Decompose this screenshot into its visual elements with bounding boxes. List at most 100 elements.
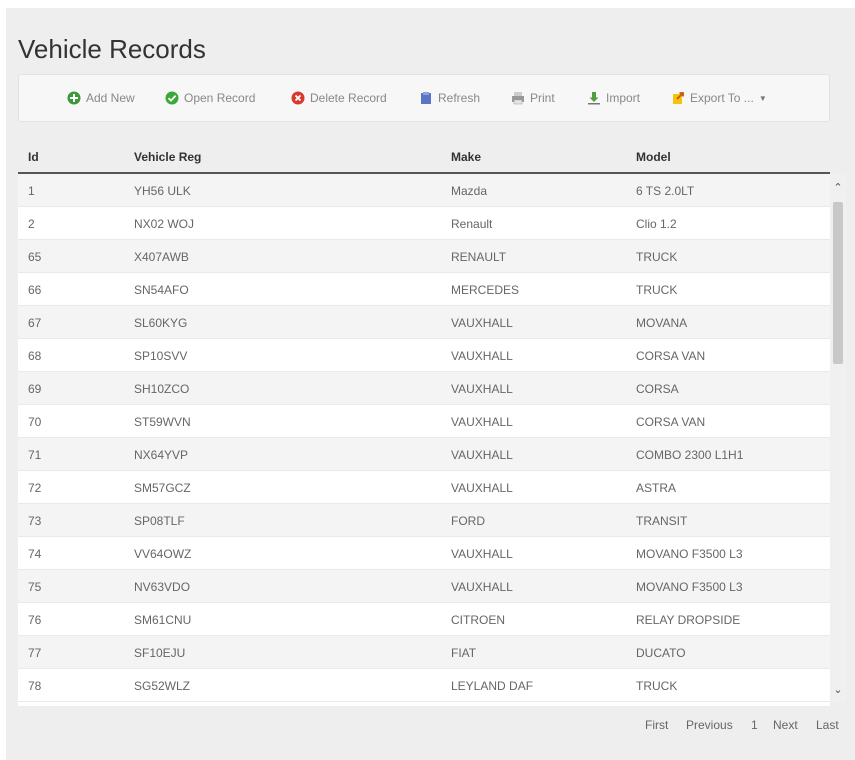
export-to-button[interactable]: Export To ... ▼ <box>671 89 767 107</box>
cell-model: TRUCK <box>636 250 678 264</box>
cell-make: Renault <box>451 217 493 231</box>
pager-last-link[interactable]: Last <box>816 718 839 732</box>
delete-record-label: Delete Record <box>310 91 387 105</box>
cell-id: 77 <box>28 646 42 660</box>
cell-make: VAUXHALL <box>451 448 513 462</box>
table-row[interactable]: 73 SP08TLF FORD TRANSIT <box>18 504 830 537</box>
cell-id: 67 <box>28 316 42 330</box>
refresh-icon <box>421 92 431 104</box>
table-row[interactable]: 68 SP10SVV VAUXHALL CORSA VAN <box>18 339 830 372</box>
table-header: Id Vehicle Reg Make Model <box>18 136 830 174</box>
delete-record-button[interactable]: Delete Record <box>291 89 387 107</box>
table-row[interactable]: 72 SM57GCZ VAUXHALL ASTRA <box>18 471 830 504</box>
add-new-button[interactable]: Add New <box>67 89 135 107</box>
cell-make: VAUXHALL <box>451 547 513 561</box>
cell-id: 65 <box>28 250 42 264</box>
table-row[interactable]: 78 SG52WLZ LEYLAND DAF TRUCK <box>18 669 830 702</box>
pager-previous-link[interactable]: Previous <box>686 718 733 732</box>
cell-make: FIAT <box>451 646 477 660</box>
cell-model: TRUCK <box>636 283 678 297</box>
cell-make: VAUXHALL <box>451 382 513 396</box>
cell-id: 1 <box>28 184 35 198</box>
cell-model: CORSA VAN <box>636 415 706 429</box>
cell-model: Clio 1.2 <box>636 217 677 231</box>
print-button[interactable]: Print <box>511 89 555 107</box>
print-icon <box>512 92 524 105</box>
cell-vehicle-reg: SP10SVV <box>134 349 188 363</box>
table-row[interactable]: 70 ST59WVN VAUXHALL CORSA VAN <box>18 405 830 438</box>
table-row[interactable]: 66 SN54AFO MERCEDES TRUCK <box>18 273 830 306</box>
table-row[interactable]: 75 NV63VDO VAUXHALL MOVANO F3500 L3 <box>18 570 830 603</box>
open-record-label: Open Record <box>184 91 256 105</box>
cell-model: MOVANA <box>636 316 688 330</box>
cell-id: 66 <box>28 283 42 297</box>
pager-next-link[interactable]: Next <box>773 718 798 732</box>
cell-id: 75 <box>28 580 42 594</box>
print-label: Print <box>530 91 555 105</box>
cell-model: RELAY DROPSIDE <box>636 613 741 627</box>
cell-vehicle-reg: SM61CNU <box>134 613 192 627</box>
cell-make: VAUXHALL <box>451 316 513 330</box>
check-icon <box>165 91 179 105</box>
cell-vehicle-reg: X407AWB <box>134 250 189 264</box>
table-row[interactable]: 74 VV64OWZ VAUXHALL MOVANO F3500 L3 <box>18 537 830 570</box>
cell-vehicle-reg: YH56 ULK <box>134 184 191 198</box>
table-row[interactable]: 67 SL60KYG VAUXHALL MOVANA <box>18 306 830 339</box>
cell-vehicle-reg: ST59WVN <box>134 415 191 429</box>
cell-make: VAUXHALL <box>451 580 513 594</box>
delete-icon <box>291 91 305 105</box>
cell-vehicle-reg: NX02 WOJ <box>134 217 195 231</box>
cell-vehicle-reg: SF10EJU <box>134 646 186 660</box>
cell-vehicle-reg: SN54AFO <box>134 283 189 297</box>
vertical-scrollbar[interactable]: ⌃ ⌄ <box>830 174 846 702</box>
cell-model: TRANSIT <box>636 514 688 528</box>
import-label: Import <box>606 91 641 105</box>
table-row[interactable]: 76 SM61CNU CITROEN RELAY DROPSIDE <box>18 603 830 636</box>
cell-id: 2 <box>28 217 35 231</box>
cell-make: MERCEDES <box>451 283 520 297</box>
cell-id: 69 <box>28 382 42 396</box>
cell-make: LEYLAND DAF <box>451 679 534 693</box>
refresh-button[interactable]: Refresh <box>419 89 480 107</box>
pager-first-link[interactable]: First <box>645 718 668 732</box>
table-row[interactable]: 71 NX64YVP VAUXHALL COMBO 2300 L1H1 <box>18 438 830 471</box>
cell-make: RENAULT <box>451 250 507 264</box>
open-record-button[interactable]: Open Record <box>165 89 255 107</box>
column-header-model[interactable]: Model <box>636 150 671 164</box>
cell-vehicle-reg: NX64YVP <box>134 448 189 462</box>
cell-model: DUCATO <box>636 646 686 660</box>
cell-id: 76 <box>28 613 42 627</box>
table-row[interactable]: 2 NX02 WOJ Renault Clio 1.2 <box>18 207 830 240</box>
cell-make: VAUXHALL <box>451 415 513 429</box>
add-icon <box>67 91 81 105</box>
caret-down-icon: ▼ <box>758 93 767 103</box>
import-button[interactable]: Import <box>587 89 640 107</box>
cell-model: COMBO 2300 L1H1 <box>636 448 744 462</box>
table-row[interactable]: 77 SF10EJU FIAT DUCATO <box>18 636 830 669</box>
column-header-make[interactable]: Make <box>451 150 481 164</box>
import-icon <box>588 92 600 105</box>
cell-make: FORD <box>451 514 485 528</box>
table-row[interactable]: 1 YH56 ULK Mazda 6 TS 2.0LT <box>18 174 830 207</box>
cell-make: VAUXHALL <box>451 349 513 363</box>
pager-page-1-link[interactable]: 1 <box>751 718 758 732</box>
column-header-id[interactable]: Id <box>28 150 39 164</box>
cell-make: CITROEN <box>451 613 505 627</box>
cell-model: MOVANO F3500 L3 <box>636 580 743 594</box>
table-row[interactable]: 69 SH10ZCO VAUXHALL CORSA <box>18 372 830 405</box>
cell-model: MOVANO F3500 L3 <box>636 547 743 561</box>
chevron-down-icon[interactable]: ⌄ <box>830 682 846 698</box>
cell-vehicle-reg: SL60KYG <box>134 316 188 330</box>
scrollbar-thumb[interactable] <box>833 202 843 364</box>
chevron-up-icon[interactable]: ⌃ <box>830 180 846 196</box>
page-title: Vehicle Records <box>18 34 206 64</box>
cell-vehicle-reg: SH10ZCO <box>134 382 190 396</box>
cell-id: 78 <box>28 679 42 693</box>
cell-vehicle-reg: SG52WLZ <box>134 679 191 693</box>
column-header-vehicle-reg[interactable]: Vehicle Reg <box>134 150 201 164</box>
cell-model: ASTRA <box>636 481 677 495</box>
table-row[interactable]: 65 X407AWB RENAULT TRUCK <box>18 240 830 273</box>
cell-make: Mazda <box>451 184 488 198</box>
cell-id: 73 <box>28 514 42 528</box>
refresh-label: Refresh <box>438 91 481 105</box>
